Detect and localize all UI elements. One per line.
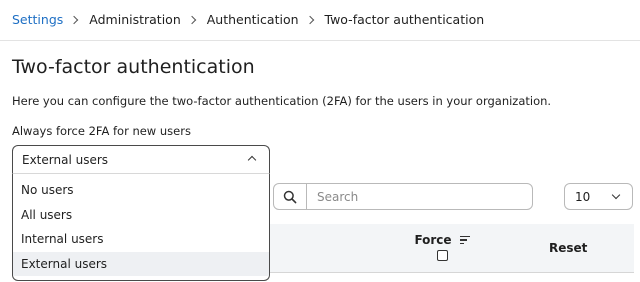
search-input[interactable] [307, 184, 532, 209]
option-internal-users[interactable]: Internal users [13, 227, 269, 252]
page-size-select[interactable]: 10 [564, 183, 633, 210]
force-2fa-label: Always force 2FA for new users [12, 124, 191, 138]
search-icon[interactable] [274, 184, 307, 209]
force-all-checkbox[interactable] [436, 250, 448, 261]
force-2fa-selected-value: External users [22, 152, 109, 167]
chevron-down-icon [611, 190, 621, 200]
option-external-users[interactable]: External users [13, 251, 269, 276]
breadcrumb: Settings Administration Authentication T… [12, 12, 484, 27]
header-divider [0, 40, 640, 41]
sort-icon[interactable] [459, 235, 470, 245]
column-force: Force [412, 233, 472, 261]
breadcrumb-administration: Administration [89, 12, 181, 27]
page-size-value: 10 [575, 189, 591, 204]
force-2fa-select[interactable]: External users [12, 145, 270, 173]
page-description: Here you can configure the two-factor au… [12, 94, 552, 108]
search-box [273, 183, 533, 210]
chevron-up-icon [247, 155, 257, 165]
breadcrumb-authentication: Authentication [206, 12, 299, 27]
option-no-users[interactable]: No users [13, 178, 269, 203]
breadcrumb-current: Two-factor authentication [324, 12, 485, 27]
page-title: Two-factor authentication [12, 56, 255, 78]
breadcrumb-settings[interactable]: Settings [12, 12, 63, 27]
chevron-right-icon [187, 15, 196, 24]
chevron-right-icon [305, 15, 314, 24]
option-all-users[interactable]: All users [13, 203, 269, 228]
column-reset-label: Reset [549, 241, 588, 255]
chevron-right-icon [70, 15, 79, 24]
column-force-label: Force [414, 233, 452, 247]
force-2fa-options: No users All users Internal users Extern… [12, 173, 270, 281]
